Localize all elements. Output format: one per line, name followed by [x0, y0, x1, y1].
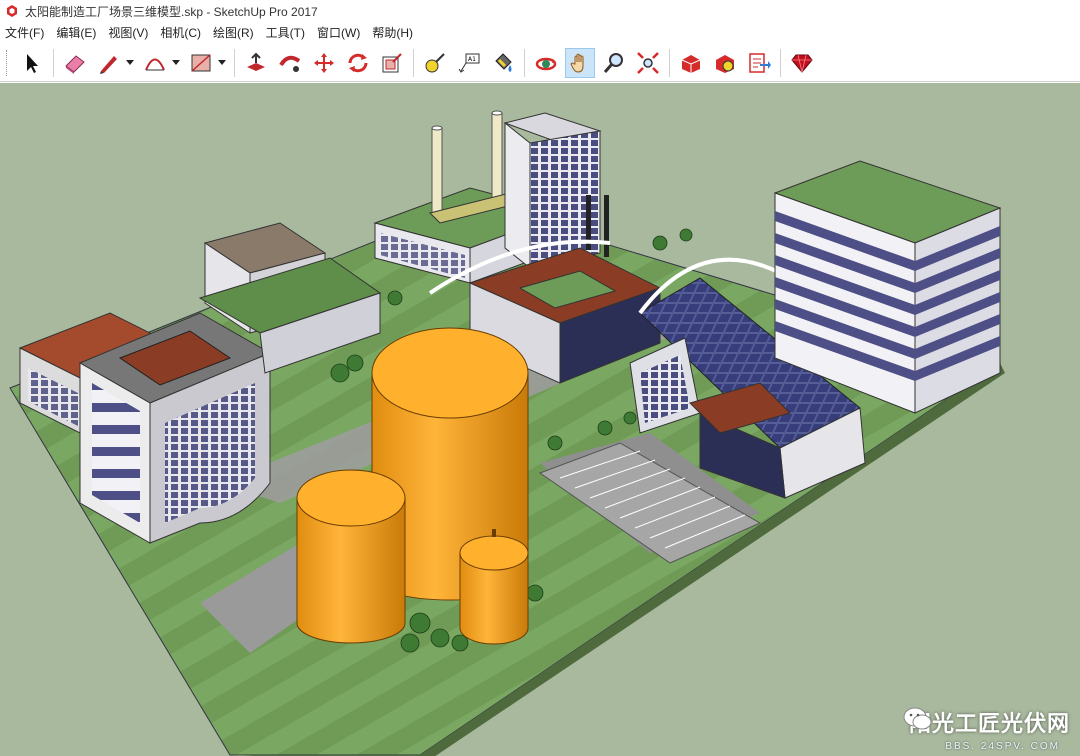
window-title: 太阳能制造工厂场景三维模型.skp - SketchUp Pro 2017 [25, 4, 318, 19]
zoom-extents-icon[interactable] [633, 48, 663, 78]
pan-hand-icon[interactable] [565, 47, 595, 78]
follow-me-icon[interactable] [275, 48, 305, 78]
toolbar-separator [53, 48, 54, 77]
chevron-down-icon[interactable] [218, 48, 226, 78]
zoom-icon[interactable] [599, 48, 629, 78]
toolbar-grip[interactable] [6, 49, 10, 76]
paint-bucket-icon[interactable] [488, 48, 518, 78]
push-pull-icon[interactable] [241, 48, 271, 78]
menu-camera[interactable]: 相机(C) [154, 23, 207, 43]
toolbar-separator [234, 48, 235, 77]
menu-edit[interactable]: 编辑(E) [50, 23, 102, 43]
watermark: 阳光工匠光伏网 [903, 706, 1070, 738]
menu-help[interactable]: 帮助(H) [366, 23, 419, 43]
select-arrow-icon[interactable] [17, 48, 47, 78]
rotate-icon[interactable] [343, 48, 373, 78]
menu-file[interactable]: 文件(F) [0, 23, 50, 43]
watermark-text: 阳光工匠光伏网 [908, 711, 1070, 736]
toolbar-separator [413, 48, 414, 77]
menu-bar: 文件(F) 编辑(E) 视图(V) 相机(C) 绘图(R) 工具(T) 窗口(W… [0, 22, 1080, 44]
move-icon[interactable] [309, 48, 339, 78]
ruby-extension-icon[interactable] [787, 48, 817, 78]
send-to-layout-icon[interactable] [744, 48, 774, 78]
chevron-down-icon[interactable] [172, 48, 180, 78]
eraser-icon[interactable] [60, 48, 90, 78]
arc-icon[interactable] [140, 48, 170, 78]
menu-window[interactable]: 窗口(W) [311, 23, 366, 43]
pencil-line-icon[interactable] [94, 48, 124, 78]
menu-view[interactable]: 视图(V) [102, 23, 154, 43]
menu-draw[interactable]: 绘图(R) [207, 23, 260, 43]
menu-tools[interactable]: 工具(T) [260, 23, 311, 43]
offset-icon[interactable] [377, 48, 407, 78]
toolbar-separator [524, 48, 525, 77]
watermark-sub: BBS. 24SPV. COM [945, 741, 1060, 752]
orbit-icon[interactable] [531, 48, 561, 78]
main-toolbar: A1 [0, 44, 1080, 82]
warehouse-icon[interactable] [676, 48, 706, 78]
toolbar-separator [780, 48, 781, 77]
sketchup-icon [5, 4, 19, 18]
svg-text:A1: A1 [468, 56, 476, 63]
text-label-icon[interactable]: A1 [454, 48, 484, 78]
chevron-down-icon[interactable] [126, 48, 134, 78]
tape-measure-icon[interactable] [420, 48, 450, 78]
rectangle-icon[interactable] [186, 48, 216, 78]
model-viewport[interactable]: 阳光工匠光伏网 BBS. 24SPV. COM [0, 83, 1080, 756]
extension-warehouse-icon[interactable] [710, 48, 740, 78]
factory-3d-model [9, 110, 1005, 756]
title-bar: 太阳能制造工厂场景三维模型.skp - SketchUp Pro 2017 [0, 0, 1080, 22]
toolbar-separator [669, 48, 670, 77]
